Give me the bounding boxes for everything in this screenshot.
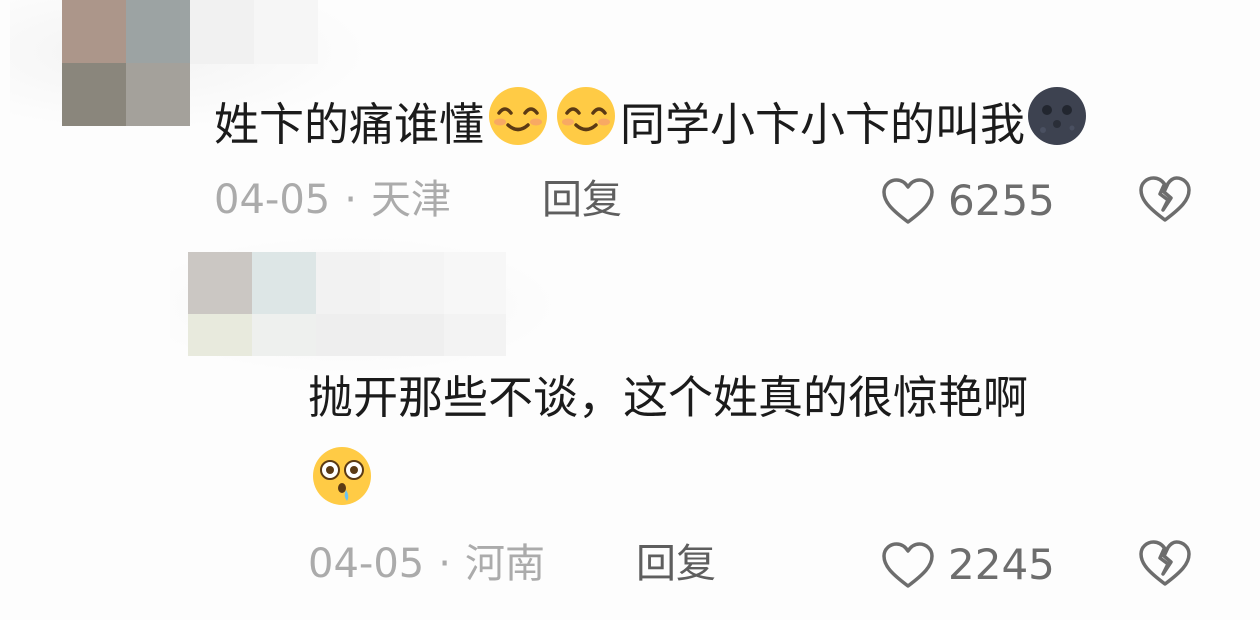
- comment-text-part: 同学小卞小卞的叫我: [620, 98, 1026, 151]
- comment-text-part: 姓卞的痛谁懂: [214, 98, 485, 151]
- comment-location: 天津: [370, 177, 451, 223]
- comment-location: 河南: [464, 541, 545, 587]
- meta-separator: ·: [438, 541, 451, 587]
- comment-text: 抛开那些不谈，这个姓真的很惊艳啊: [308, 371, 1029, 424]
- meta-separator: ·: [344, 177, 357, 223]
- avatar[interactable]: [62, 0, 190, 126]
- comment-meta: 04-05 · 河南: [308, 540, 545, 588]
- comment-date: 04-05: [308, 541, 425, 587]
- reply-button[interactable]: 回复: [542, 176, 622, 224]
- heart-outline-icon: [880, 176, 936, 226]
- broken-heart-icon[interactable]: [1138, 538, 1192, 588]
- new-moon-face-icon: [1025, 84, 1089, 163]
- like-count: 2245: [948, 540, 1055, 589]
- comment-meta: 04-05 · 天津: [214, 176, 451, 224]
- astonished-drooling-face-icon: [308, 444, 376, 523]
- broken-heart-icon[interactable]: [1138, 174, 1192, 224]
- heart-outline-icon: [880, 540, 936, 590]
- comment-text: 姓卞的痛谁懂 同学小卞小卞的叫我: [214, 84, 1089, 163]
- comment-text-line: [308, 444, 376, 523]
- smiling-face-icon: [484, 84, 552, 163]
- smiling-face-icon: [552, 84, 620, 163]
- reply-button[interactable]: 回复: [636, 540, 716, 588]
- comment-date: 04-05: [214, 177, 331, 223]
- avatar[interactable]: [188, 252, 316, 356]
- username[interactable]: [316, 252, 506, 356]
- like-button[interactable]: 2245: [880, 540, 1055, 590]
- username[interactable]: [190, 0, 318, 64]
- like-button[interactable]: 6255: [880, 176, 1055, 226]
- like-count: 6255: [948, 176, 1055, 225]
